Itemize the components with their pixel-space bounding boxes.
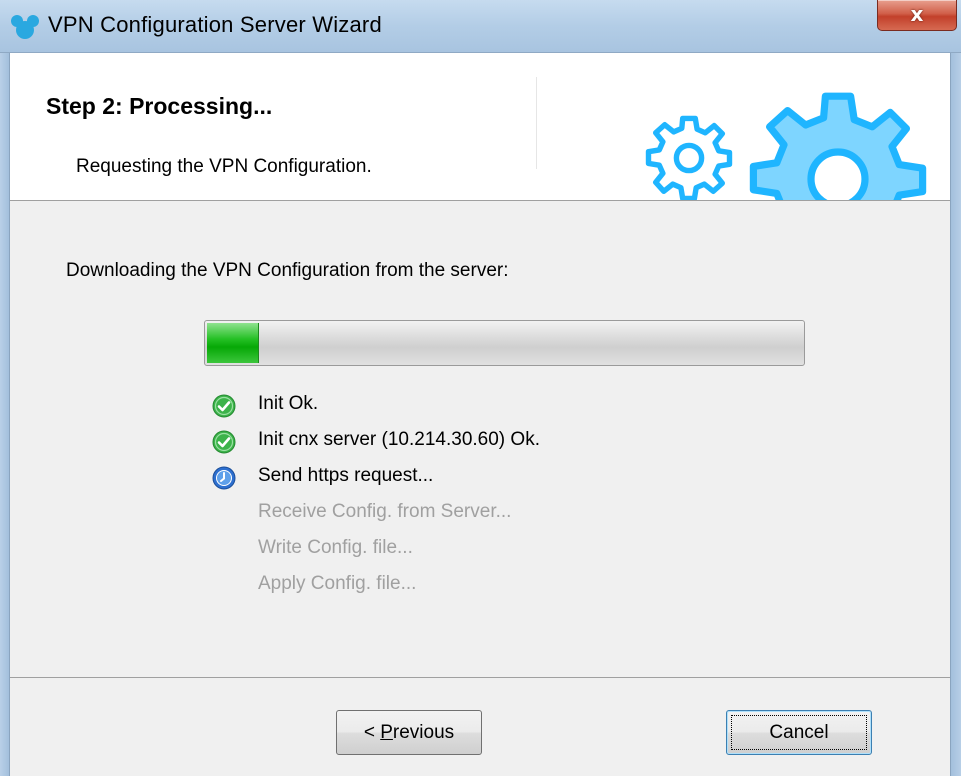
- mickey-head-icon: [10, 14, 40, 40]
- step-label: Init cnx server (10.214.30.60) Ok.: [258, 429, 540, 450]
- download-label: Downloading the VPN Configuration from t…: [66, 260, 509, 281]
- window-title: VPN Configuration Server Wizard: [48, 12, 382, 37]
- step-label: Apply Config. file...: [258, 573, 417, 594]
- step-label: Init Ok.: [258, 393, 319, 414]
- clock-icon: [212, 466, 236, 490]
- previous-button[interactable]: < Previous: [336, 710, 482, 755]
- close-icon: x: [910, 2, 924, 26]
- previous-button-label: < Previous: [364, 722, 454, 743]
- gear-icon: [644, 113, 734, 200]
- progress-bar: [204, 320, 805, 366]
- previous-rest: revious: [392, 722, 455, 743]
- step-label: Receive Config. from Server...: [258, 501, 512, 522]
- check-circle-icon: [212, 394, 236, 418]
- step-title: Step 2: Processing...: [46, 93, 273, 119]
- step-label: Send https request...: [258, 465, 434, 486]
- step-label: Write Config. file...: [258, 537, 413, 558]
- check-circle-icon: [212, 430, 236, 454]
- step-subtitle: Requesting the VPN Configuration.: [76, 156, 372, 177]
- cancel-button[interactable]: Cancel: [726, 710, 872, 755]
- progress-fill: [207, 323, 259, 363]
- previous-mnemonic: P: [380, 722, 393, 743]
- previous-prefix: <: [363, 722, 381, 743]
- header-divider: [536, 77, 537, 169]
- close-button[interactable]: x: [877, 0, 957, 31]
- wizard-content: Downloading the VPN Configuration from t…: [10, 201, 950, 677]
- wizard-header: Step 2: Processing... Requesting the VPN…: [10, 53, 950, 201]
- window-frame-left: [0, 53, 10, 776]
- title-bar[interactable]: VPN Configuration Server Wizard x: [0, 0, 961, 53]
- wizard-footer: < Previous Cancel: [10, 679, 950, 776]
- wizard-window: VPN Configuration Server Wizard x Step 2…: [0, 0, 961, 776]
- gear-icon: [748, 89, 928, 200]
- cancel-button-label: Cancel: [769, 722, 829, 743]
- window-frame-right: [950, 53, 961, 776]
